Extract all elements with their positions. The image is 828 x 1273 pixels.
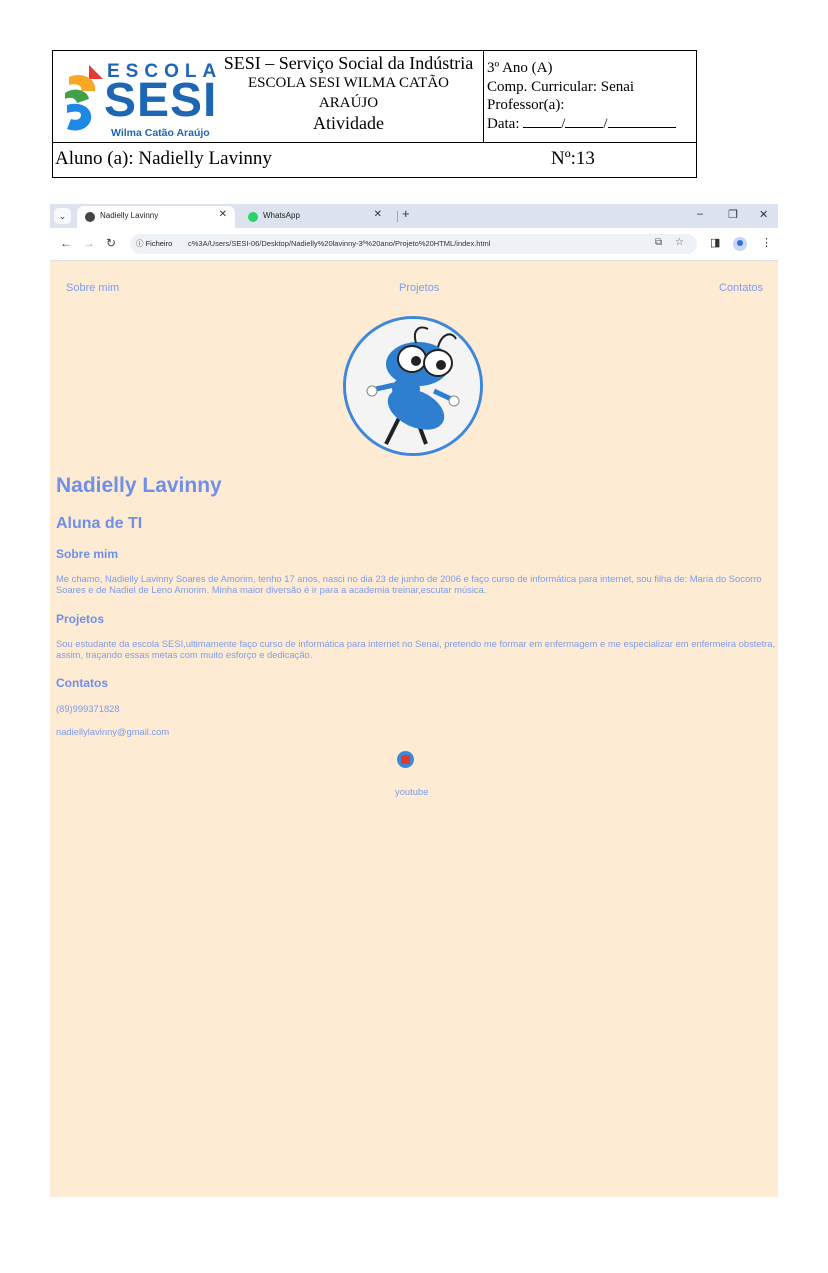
student-row: Aluno (a): Nadielly Lavinny Nº:13 bbox=[53, 142, 696, 178]
site-info-chip[interactable]: ⓘ Ficheiro bbox=[136, 238, 172, 249]
menu-icon[interactable]: ⋮ bbox=[761, 236, 772, 249]
date-year-blank bbox=[607, 115, 676, 128]
student-name: Aluno (a): Nadielly Lavinny bbox=[55, 148, 272, 169]
school-name-line2: ARAÚJO bbox=[318, 95, 379, 111]
window-close-icon[interactable]: ✕ bbox=[759, 208, 768, 221]
contacts-heading: Contatos bbox=[56, 676, 108, 690]
close-icon[interactable]: ✕ bbox=[219, 209, 227, 220]
institution-name: SESI – Serviço Social da Indústria bbox=[223, 53, 474, 73]
school-header-table: ESCOLA SESI Wilma Catão Araújo SESI – Se… bbox=[52, 50, 697, 178]
browser-window: ⌄ Nadielly Lavinny ✕ WhatsApp ✕ + – ❐ ✕ … bbox=[50, 204, 778, 1197]
back-icon[interactable]: ← bbox=[60, 236, 72, 250]
date-line: Data: / / bbox=[487, 115, 697, 134]
nav-sobre-mim[interactable]: Sobre mim bbox=[66, 282, 119, 294]
close-icon[interactable]: ✕ bbox=[374, 209, 382, 220]
cartoon-ant-icon bbox=[346, 319, 480, 453]
header-row: ESCOLA SESI Wilma Catão Araújo SESI – Se… bbox=[53, 51, 696, 143]
youtube-logo-mark bbox=[401, 755, 410, 764]
teacher-label: Professor(a): bbox=[487, 97, 565, 113]
tab-search-icon[interactable]: ⌄ bbox=[54, 208, 71, 224]
new-tab-icon[interactable]: + bbox=[402, 206, 410, 221]
address-bar: ← → ↻ ⓘ Ficheiro c%3A/Users/SESI-06/Desk… bbox=[50, 228, 778, 261]
logo-subtitle: Wilma Catão Araújo bbox=[111, 127, 210, 139]
grade-label: 3º Ano (A) bbox=[487, 60, 553, 76]
page-title: Nadielly Lavinny bbox=[56, 474, 222, 497]
forward-icon[interactable]: → bbox=[83, 236, 95, 250]
nav-contatos[interactable]: Contatos bbox=[719, 282, 763, 294]
projects-paragraph: Sou estudante da escola SESI,ultimamente… bbox=[56, 638, 776, 660]
minimize-icon[interactable]: – bbox=[697, 208, 703, 220]
star-icon[interactable]: ☆ bbox=[675, 237, 684, 248]
tab-separator bbox=[397, 211, 398, 222]
profile-photo bbox=[343, 316, 483, 456]
school-name-line1: ESCOLA SESI WILMA CATÃO bbox=[248, 75, 449, 91]
youtube-icon[interactable] bbox=[397, 751, 414, 768]
reload-icon[interactable]: ↻ bbox=[106, 236, 116, 250]
class-info-block: 3º Ano (A) Comp. Curricular: Senai Profe… bbox=[487, 59, 697, 133]
nav-projetos[interactable]: Projetos bbox=[399, 282, 439, 294]
activity-label: Atividade bbox=[313, 113, 384, 133]
youtube-link[interactable]: youtube bbox=[395, 786, 428, 797]
about-paragraph: Me chamo, Nadielly Lavinny Soares de Amo… bbox=[56, 573, 762, 595]
date-month-blank bbox=[565, 115, 604, 128]
school-title-block: SESI – Serviço Social da Indústria ESCOL… bbox=[211, 53, 486, 133]
tab-title: WhatsApp bbox=[263, 211, 300, 220]
component-label: Comp. Curricular: Senai bbox=[487, 78, 635, 95]
tab-title: Nadielly Lavinny bbox=[100, 211, 159, 220]
side-panel-icon[interactable]: ◨ bbox=[710, 236, 720, 249]
tab-strip: ⌄ Nadielly Lavinny ✕ WhatsApp ✕ + – ❐ ✕ bbox=[50, 204, 778, 228]
column-divider bbox=[483, 51, 485, 142]
email-address: nadiellylavinny@gmail.com bbox=[56, 726, 170, 737]
page-subtitle: Aluna de TI bbox=[56, 515, 143, 532]
tab-nadielly[interactable]: Nadielly Lavinny ✕ bbox=[77, 206, 235, 228]
globe-icon bbox=[85, 212, 95, 222]
whatsapp-icon bbox=[248, 212, 258, 222]
sesi-logo-mark-icon bbox=[65, 65, 103, 131]
portfolio-page: Sobre mim Projetos Contatos Nadielly Lav… bbox=[50, 260, 778, 1197]
profile-avatar-icon[interactable] bbox=[733, 237, 747, 251]
translate-icon[interactable]: ⧉ bbox=[655, 237, 662, 248]
projects-heading: Projetos bbox=[56, 612, 105, 626]
student-number: Nº:13 bbox=[551, 148, 595, 169]
url-text[interactable]: c%3A/Users/SESI-06/Desktop/Nadielly%20la… bbox=[188, 239, 490, 248]
about-heading: Sobre mim bbox=[56, 547, 119, 561]
phone-number: (89)999371828 bbox=[56, 703, 120, 714]
date-label: Data: bbox=[487, 115, 520, 132]
date-day-blank bbox=[523, 115, 562, 128]
restore-icon[interactable]: ❐ bbox=[728, 208, 738, 221]
logo-word-sesi: SESI bbox=[104, 74, 218, 127]
tab-whatsapp[interactable]: WhatsApp ✕ bbox=[240, 206, 390, 228]
url-omnibox[interactable]: ⓘ Ficheiro c%3A/Users/SESI-06/Desktop/Na… bbox=[130, 234, 697, 254]
site-info-label: Ficheiro bbox=[145, 239, 173, 248]
sesi-logo: ESCOLA SESI Wilma Catão Araújo bbox=[59, 57, 218, 139]
